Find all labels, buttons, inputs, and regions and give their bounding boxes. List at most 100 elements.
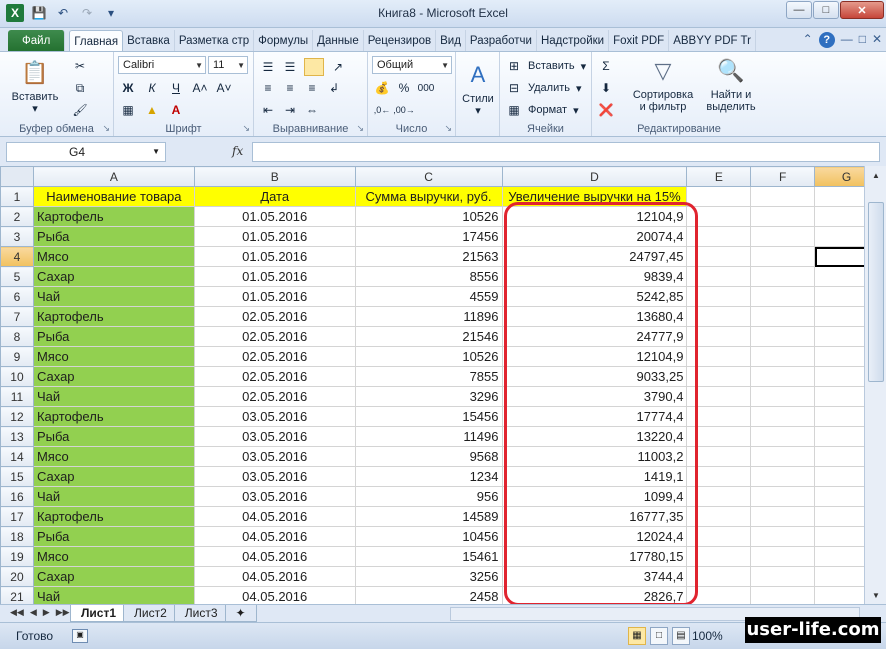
cell-e6[interactable] <box>686 286 752 307</box>
shrink-font-icon[interactable]: A˅ <box>216 80 232 96</box>
tab-5[interactable]: Данные <box>313 30 364 52</box>
cell-e17[interactable] <box>686 506 752 527</box>
cell-e16[interactable] <box>686 486 752 507</box>
macro-record-icon[interactable]: ▣ <box>72 629 88 643</box>
cell-f17[interactable] <box>750 506 816 527</box>
cell-f10[interactable] <box>750 366 816 387</box>
font-color-icon[interactable]: A <box>168 102 184 118</box>
date-cell[interactable]: 01.05.2016 <box>193 226 356 247</box>
clipboard-launcher-icon[interactable]: ↘ <box>102 123 110 134</box>
cell-e19[interactable] <box>686 546 752 567</box>
row-header[interactable]: 6 <box>0 286 34 307</box>
increased-revenue-cell[interactable]: 3790,4 <box>501 386 688 407</box>
first-sheet-icon[interactable]: ◀◀ <box>10 607 24 618</box>
merge-center-icon[interactable]: ⇔ <box>304 102 320 118</box>
revenue-cell[interactable]: 14589 <box>354 506 503 527</box>
cell-e18[interactable] <box>686 526 752 547</box>
row-header[interactable]: 13 <box>0 426 34 447</box>
decrease-decimal-icon[interactable]: ,00→ <box>393 102 415 118</box>
cell-f2[interactable] <box>750 206 816 227</box>
header-cell[interactable]: Дата <box>193 186 356 207</box>
doc-minimize-icon[interactable]: — <box>841 32 853 48</box>
product-cell[interactable]: Картофель <box>32 406 195 427</box>
cell-e7[interactable] <box>686 306 752 327</box>
date-cell[interactable]: 04.05.2016 <box>193 506 356 527</box>
revenue-cell[interactable]: 21546 <box>354 326 503 347</box>
delete-cells-button[interactable]: ⊟ Удалить ▾ <box>506 80 582 96</box>
revenue-cell[interactable]: 17456 <box>354 226 503 247</box>
autosum-icon[interactable]: Σ <box>598 58 614 74</box>
revenue-cell[interactable]: 15456 <box>354 406 503 427</box>
cell-e8[interactable] <box>686 326 752 347</box>
product-cell[interactable]: Картофель <box>32 506 195 527</box>
product-cell[interactable]: Сахар <box>32 566 195 587</box>
wrap-text-icon[interactable]: ↲ <box>326 80 342 96</box>
column-header-a[interactable]: A <box>32 166 195 187</box>
product-cell[interactable]: Мясо <box>32 546 195 567</box>
select-all-corner[interactable] <box>0 166 34 187</box>
cell-f20[interactable] <box>750 566 816 587</box>
product-cell[interactable]: Сахар <box>32 266 195 287</box>
increased-revenue-cell[interactable]: 3744,4 <box>501 566 688 587</box>
page-break-view-icon[interactable]: ▤ <box>672 627 690 645</box>
header-cell[interactable]: Сумма выручки, руб. <box>354 186 503 207</box>
product-cell[interactable]: Рыба <box>32 426 195 447</box>
insert-function-icon[interactable]: fx <box>232 144 243 158</box>
row-header[interactable]: 15 <box>0 466 34 487</box>
grow-font-icon[interactable]: A˄ <box>192 80 208 96</box>
formula-input[interactable] <box>252 142 880 162</box>
sheet-tab-2[interactable]: Лист2 <box>123 605 178 622</box>
increased-revenue-cell[interactable]: 11003,2 <box>501 446 688 467</box>
increased-revenue-cell[interactable]: 5242,85 <box>501 286 688 307</box>
date-cell[interactable]: 02.05.2016 <box>193 366 356 387</box>
doc-restore-icon[interactable]: □ <box>859 32 866 48</box>
product-cell[interactable]: Картофель <box>32 306 195 327</box>
column-header-c[interactable]: C <box>354 166 503 187</box>
increased-revenue-cell[interactable]: 24797,45 <box>501 246 688 267</box>
format-painter-icon[interactable]: 🖌 <box>72 102 88 118</box>
cell-f5[interactable] <box>750 266 816 287</box>
borders-icon[interactable]: ▦ <box>120 102 136 118</box>
cell-f11[interactable] <box>750 386 816 407</box>
cell-e4[interactable] <box>686 246 752 267</box>
help-icon[interactable]: ? <box>818 32 835 48</box>
cell-f19[interactable] <box>750 546 816 567</box>
revenue-cell[interactable]: 9568 <box>354 446 503 467</box>
align-left-icon[interactable]: ≡ <box>260 80 276 96</box>
cell-e1[interactable] <box>686 186 752 207</box>
increased-revenue-cell[interactable]: 13220,4 <box>501 426 688 447</box>
increased-revenue-cell[interactable]: 12024,4 <box>501 526 688 547</box>
date-cell[interactable]: 03.05.2016 <box>193 486 356 507</box>
increased-revenue-cell[interactable]: 24777,9 <box>501 326 688 347</box>
header-cell[interactable]: Наименование товара <box>32 186 195 207</box>
product-cell[interactable]: Мясо <box>32 346 195 367</box>
copy-icon[interactable]: ⧉ <box>72 80 88 96</box>
insert-sheet-icon[interactable]: ✦ <box>224 605 257 622</box>
tab-6[interactable]: Рецензиров <box>364 30 437 52</box>
cell-f4[interactable] <box>750 246 816 267</box>
date-cell[interactable]: 01.05.2016 <box>193 266 356 287</box>
column-header-f[interactable]: F <box>750 166 816 187</box>
tab-11[interactable]: ABBYY PDF Tr <box>669 30 756 52</box>
revenue-cell[interactable]: 3296 <box>354 386 503 407</box>
row-header[interactable]: 18 <box>0 526 34 547</box>
row-header[interactable]: 17 <box>0 506 34 527</box>
row-header[interactable]: 14 <box>0 446 34 467</box>
row-header[interactable]: 11 <box>0 386 34 407</box>
row-header[interactable]: 9 <box>0 346 34 367</box>
tab-7[interactable]: Вид <box>436 30 466 52</box>
scroll-up-icon[interactable]: ▲ <box>868 168 884 184</box>
scroll-thumb[interactable] <box>868 202 884 382</box>
row-header[interactable]: 7 <box>0 306 34 327</box>
revenue-cell[interactable]: 10526 <box>354 206 503 227</box>
date-cell[interactable]: 01.05.2016 <box>193 206 356 227</box>
clear-icon[interactable]: ❌ <box>598 102 614 118</box>
format-cells-button[interactable]: ▦ Формат ▾ <box>506 102 578 118</box>
increased-revenue-cell[interactable]: 20074,4 <box>501 226 688 247</box>
increased-revenue-cell[interactable]: 12104,9 <box>501 206 688 227</box>
orientation-icon[interactable]: ↗ <box>330 59 346 75</box>
date-cell[interactable]: 01.05.2016 <box>193 246 356 267</box>
prev-sheet-icon[interactable]: ◀ <box>30 607 37 618</box>
revenue-cell[interactable]: 11496 <box>354 426 503 447</box>
fill-color-icon[interactable]: ▲ <box>144 102 160 118</box>
